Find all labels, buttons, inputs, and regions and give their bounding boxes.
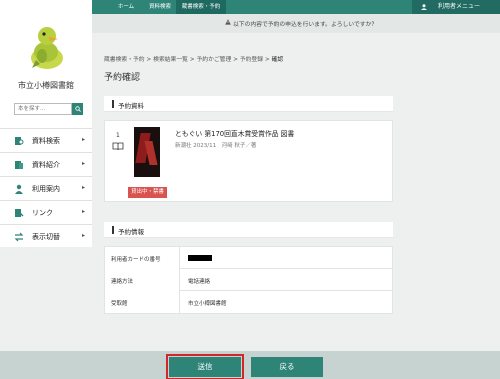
switch-arrows-icon [14, 232, 24, 242]
sidebar-item-material-search[interactable]: 資料検索 ▸ [0, 128, 92, 152]
library-mascot-logo [31, 27, 63, 69]
tab-material-search[interactable]: 資料検索 [144, 0, 176, 14]
send-button[interactable]: 送信 [166, 354, 244, 379]
book-search-icon [15, 137, 24, 145]
sidebar-menu: 資料検索 ▸ 資料紹介 ▸ 利用案内 ▸ リンク ▸ 表示切替 ▸ [0, 128, 92, 248]
chevron-right-icon: ▸ [81, 136, 85, 143]
search-input[interactable] [14, 103, 72, 115]
user-icon [421, 4, 427, 10]
link-icon [15, 209, 24, 217]
row-label: 受取館 [105, 291, 180, 313]
sidebar-item-material-intro[interactable]: 資料紹介 ▸ [0, 152, 92, 176]
section-title: 予約資料 [118, 102, 144, 110]
sidebar-item-label: 表示切替 [32, 233, 60, 241]
row-label: 利用者カードの番号 [105, 247, 180, 269]
sidebar-item-links[interactable]: リンク ▸ [0, 200, 92, 224]
book-meta: 新潮社 2023/11 河﨑 秋子／著 [175, 143, 257, 149]
notice-bar: 以下の内容で予約の申込を行います。よろしいですか？ [92, 14, 500, 33]
library-name: 市立小樽図書館 [18, 81, 74, 90]
notice-message: 以下の内容で予約の申込を行います。よろしいですか？ [233, 22, 378, 28]
chevron-right-icon: ▸ [81, 232, 85, 239]
cover-art [144, 141, 158, 165]
tab-catalog-reservation[interactable]: 蔵書検索・予約 [176, 0, 226, 14]
section-bar [112, 100, 114, 108]
footer-bar [0, 351, 500, 379]
warning-icon [225, 19, 231, 25]
section-header-material: 予約資料 [104, 96, 393, 112]
chevron-right-icon: ▸ [81, 160, 85, 167]
sidebar-item-label: 資料検索 [32, 137, 60, 145]
sidebar: 市立小樽図書館 資料検索 ▸ 資料紹介 ▸ 利用案内 ▸ リンク ▸ [0, 0, 92, 247]
item-number: 1 [116, 132, 120, 139]
book-intro-icon [15, 161, 23, 169]
table-row: 利用者カードの番号 [105, 247, 392, 269]
breadcrumb-item[interactable]: 予約かご管理 [196, 57, 231, 63]
breadcrumb-item[interactable]: 蔵書検索・予約 [104, 57, 145, 63]
section-bar [112, 226, 114, 234]
section-title: 予約情報 [118, 228, 144, 236]
user-menu-label: 利用者メニュー [438, 3, 481, 10]
page-title: 予約確認 [104, 73, 141, 83]
masked-card-number [188, 255, 212, 261]
breadcrumb-item[interactable]: 予約登録 [240, 57, 263, 63]
sidebar-item-label: 資料紹介 [32, 161, 60, 169]
search-icon [74, 106, 81, 112]
sidebar-item-display-toggle[interactable]: 表示切替 ▸ [0, 224, 92, 248]
tab-home[interactable]: ホーム [110, 0, 142, 14]
top-navigation: ホーム 資料検索 蔵書検索・予約 利用者メニュー [92, 0, 500, 14]
section-header-info: 予約情報 [104, 222, 393, 238]
table-row: 連絡方法 電話連絡 [105, 269, 392, 291]
user-menu-button[interactable]: 利用者メニュー [412, 0, 500, 14]
sidebar-item-label: 利用案内 [32, 185, 60, 193]
reservation-info-table: 利用者カードの番号 連絡方法 電話連絡 受取館 市立小樽図書館 [104, 246, 393, 314]
search-button[interactable] [72, 103, 83, 115]
row-value: 電話連絡 [188, 279, 211, 285]
breadcrumb: 蔵書検索・予約 > 検索結果一覧 > 予約かご管理 > 予約登録 > 確認 [104, 57, 284, 63]
chevron-right-icon: ▸ [81, 208, 85, 215]
chevron-right-icon: ▸ [81, 184, 85, 191]
status-badge: 貸出中・禁書 [128, 187, 167, 198]
table-row: 受取館 市立小樽図書館 [105, 291, 392, 313]
book-cover-image[interactable] [134, 127, 160, 177]
back-button[interactable]: 戻る [251, 357, 323, 377]
breadcrumb-item[interactable]: 検索結果一覧 [153, 57, 188, 63]
breadcrumb-current: 確認 [271, 57, 284, 63]
sidebar-item-label: リンク [32, 209, 53, 217]
sidebar-item-usage-guide[interactable]: 利用案内 ▸ [0, 176, 92, 200]
reserved-item-card: 1 貸出中・禁書 ともぐい 第170回直木賞受賞作品 図書 新潮社 2023/1… [104, 120, 393, 202]
open-book-icon [112, 142, 124, 151]
row-value: 市立小樽図書館 [188, 301, 227, 307]
book-title: ともぐい 第170回直木賞受賞作品 図書 [175, 130, 295, 138]
row-label: 連絡方法 [105, 269, 180, 291]
person-icon [15, 184, 23, 194]
